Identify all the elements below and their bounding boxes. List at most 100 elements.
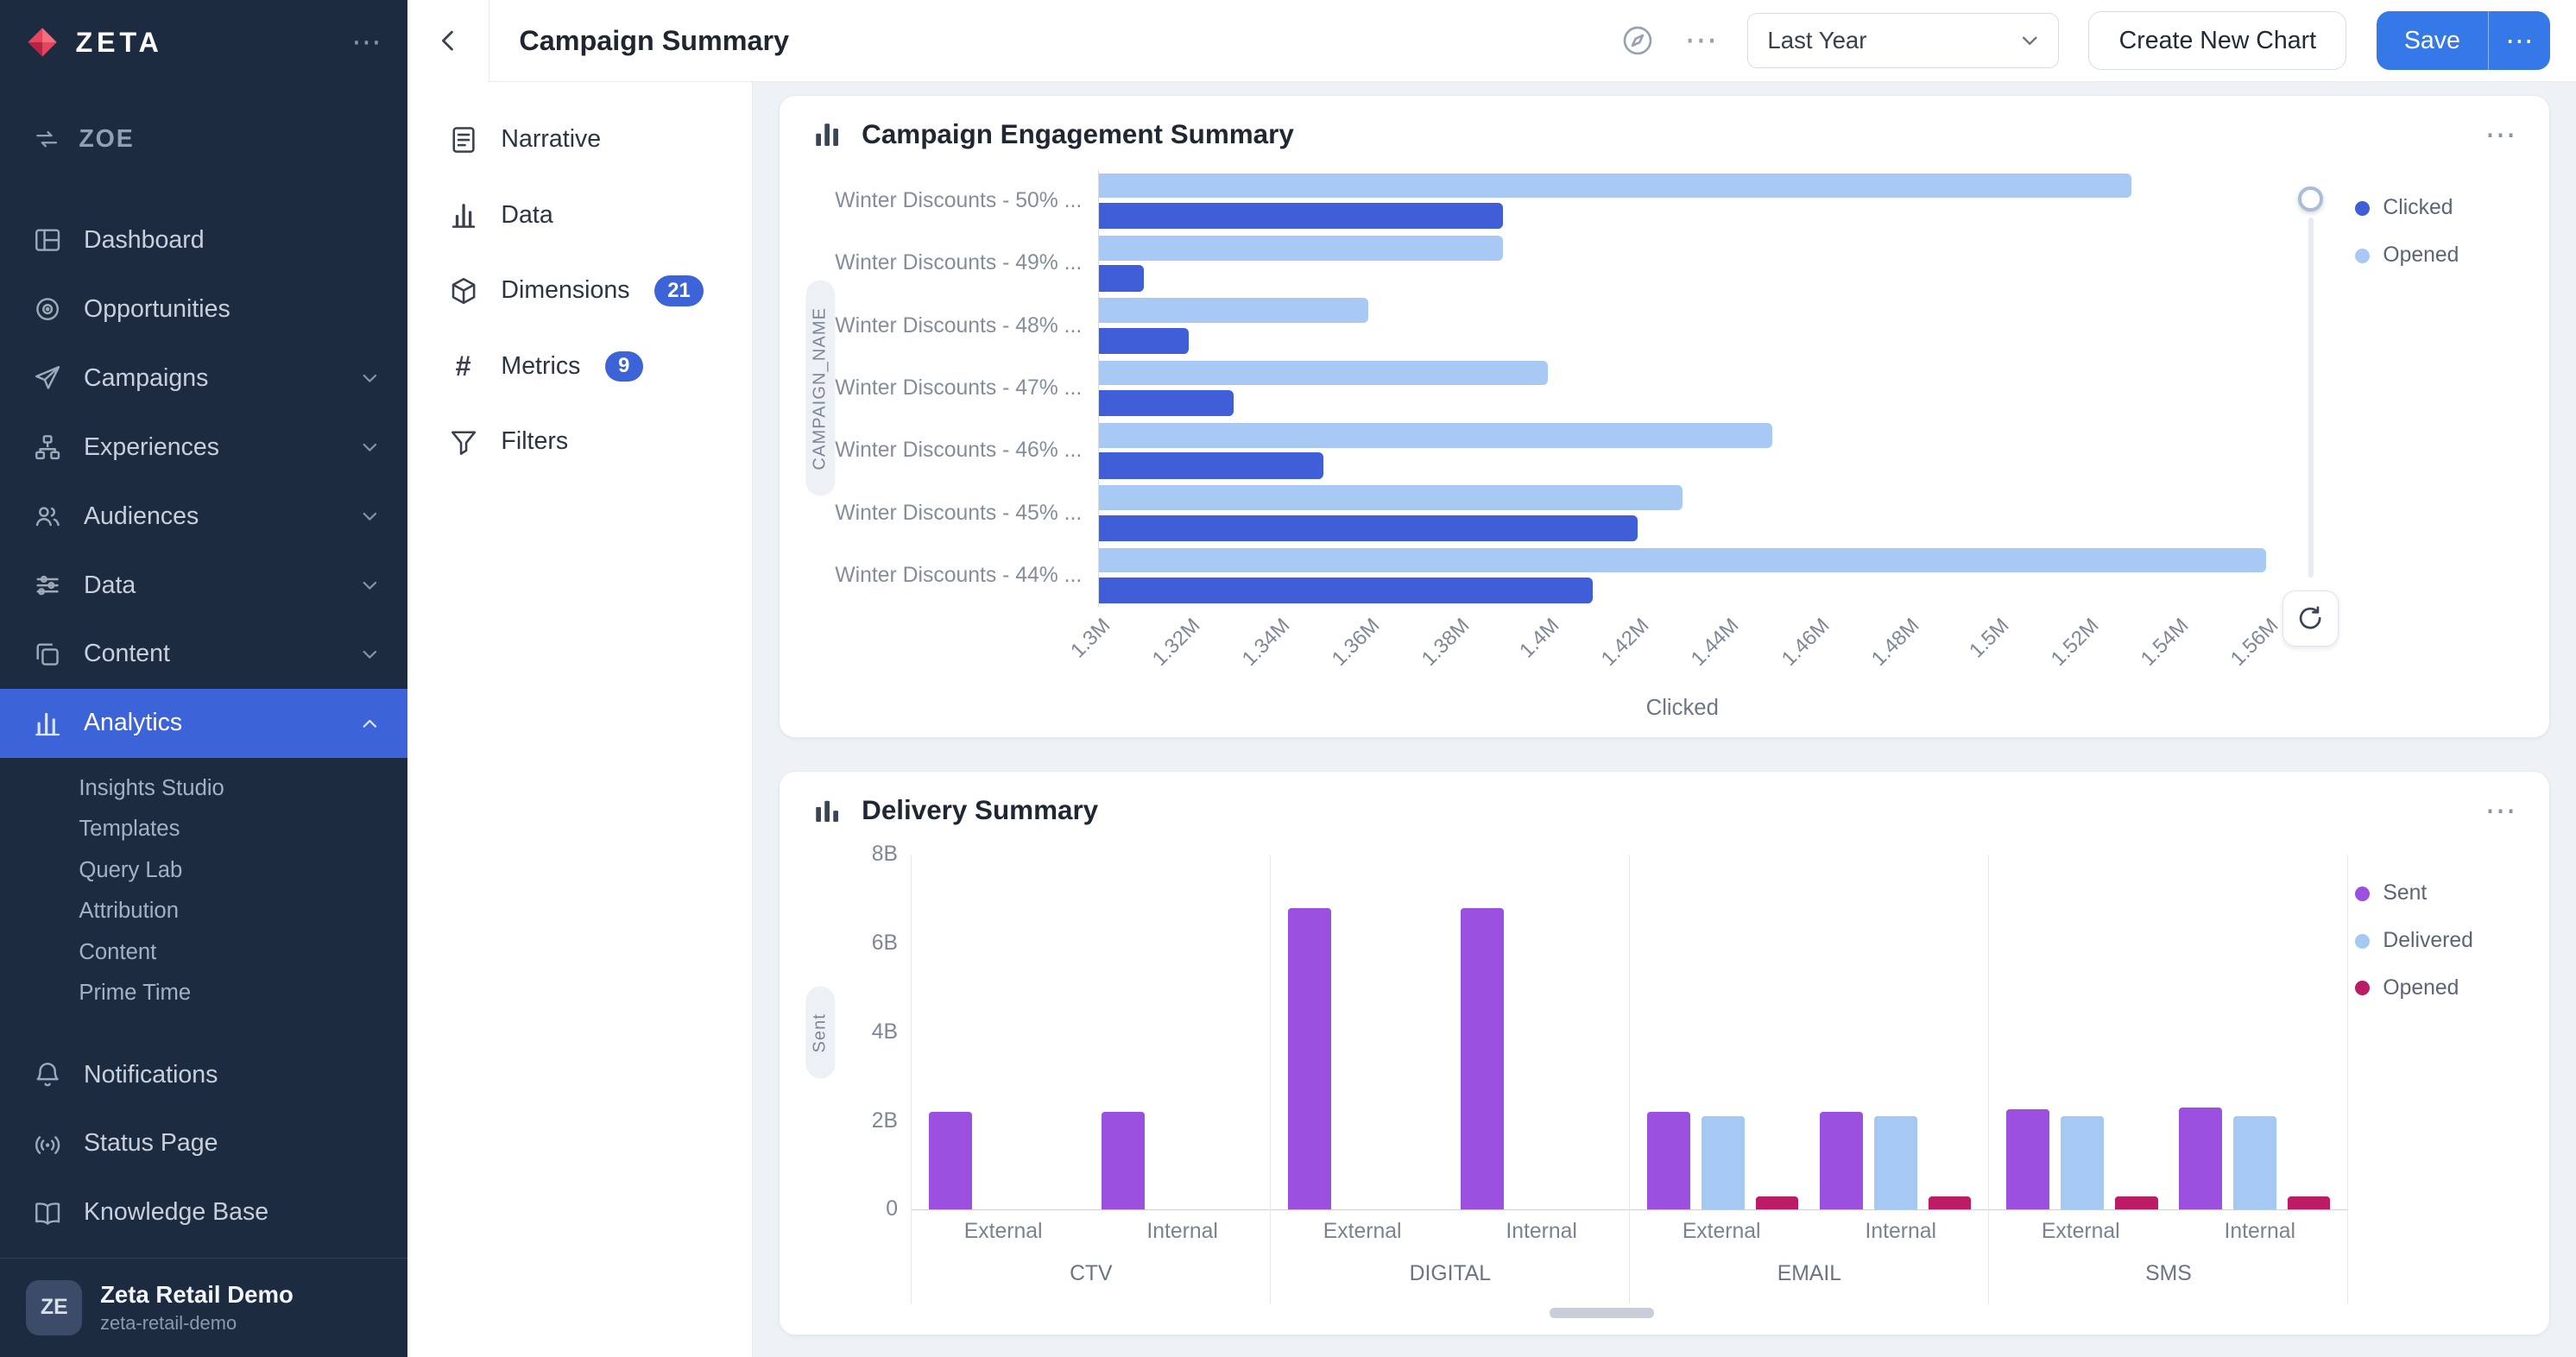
legend-item[interactable]: Opened bbox=[2355, 976, 2526, 1000]
sidebar-subitem-content[interactable]: Content bbox=[0, 932, 407, 974]
sent-bar[interactable] bbox=[2179, 1108, 2221, 1209]
sidebar-item-label: Notifications bbox=[84, 1061, 218, 1089]
legend-item[interactable]: Clicked bbox=[2355, 196, 2526, 220]
topbar-more-icon[interactable]: ⋯ bbox=[1684, 24, 1717, 57]
legend-item[interactable]: Delivered bbox=[2355, 929, 2526, 953]
save-more-button[interactable]: ⋯ bbox=[2488, 11, 2549, 71]
opened-bar[interactable] bbox=[1099, 174, 2131, 199]
sidebar-item-content[interactable]: Content bbox=[0, 620, 407, 689]
opened-bar[interactable] bbox=[1756, 1196, 1798, 1209]
delivered-bar[interactable] bbox=[2061, 1116, 2103, 1209]
panel-item-narrative[interactable]: Narrative bbox=[407, 102, 752, 178]
delivery-group-bars bbox=[912, 855, 1270, 1210]
x-axis-tick: 1.46M bbox=[1750, 614, 1834, 698]
opened-bar[interactable] bbox=[1099, 423, 1772, 448]
engagement-categories: Winter Discounts - 50% ...Winter Discoun… bbox=[856, 170, 1099, 607]
sidebar-item-notifications[interactable]: Notifications bbox=[0, 1040, 407, 1109]
chart-title: Delivery Summary bbox=[862, 795, 1098, 826]
sidebar-item-zoe[interactable]: ZOE bbox=[13, 111, 395, 166]
opened-bar[interactable] bbox=[2288, 1196, 2330, 1209]
delivery-group: ExternalInternal EMAIL bbox=[1629, 855, 1988, 1304]
engagement-bar-pair bbox=[1099, 170, 2266, 232]
create-new-chart-button[interactable]: Create New Chart bbox=[2088, 11, 2346, 71]
book-icon bbox=[33, 1198, 62, 1228]
clicked-bar[interactable] bbox=[1099, 452, 1323, 478]
chart-more-icon[interactable]: ⋯ bbox=[2484, 119, 2516, 150]
opened-bar[interactable] bbox=[1929, 1196, 1971, 1209]
engagement-legend: Clicked Opened bbox=[2355, 170, 2526, 721]
opened-bar[interactable] bbox=[1099, 361, 1548, 386]
opened-bar[interactable] bbox=[1099, 548, 2266, 573]
profile-org: zeta-retail-demo bbox=[100, 1312, 294, 1335]
clicked-bar[interactable] bbox=[1099, 390, 1234, 416]
sidebar-item-audiences[interactable]: Audiences bbox=[0, 482, 407, 551]
engagement-category-label: Winter Discounts - 46% ... bbox=[856, 420, 1099, 482]
sent-bar[interactable] bbox=[929, 1112, 971, 1209]
legend-label: Opened bbox=[2383, 976, 2459, 1000]
bar-chart-icon bbox=[812, 796, 842, 825]
sidebar-item-data[interactable]: Data bbox=[0, 551, 407, 620]
zoe-icon bbox=[33, 125, 60, 153]
clicked-bar[interactable] bbox=[1099, 328, 1189, 354]
brand-header: ZETA ⋯ bbox=[0, 0, 407, 85]
sent-bar[interactable] bbox=[1461, 908, 1503, 1209]
legend-item[interactable]: Opened bbox=[2355, 243, 2526, 268]
sent-bar[interactable] bbox=[1647, 1112, 1689, 1209]
chart-more-icon[interactable]: ⋯ bbox=[2484, 795, 2516, 826]
legend-item[interactable]: Sent bbox=[2355, 881, 2526, 906]
subgroup-bars bbox=[1288, 908, 1439, 1209]
user-profile[interactable]: ZE Zeta Retail Demo zeta-retail-demo bbox=[0, 1258, 407, 1357]
delivered-bar[interactable] bbox=[2233, 1116, 2276, 1209]
compass-icon[interactable] bbox=[1620, 23, 1655, 58]
main-area: Campaign Summary ⋯ Last Year Create New … bbox=[407, 0, 2576, 1357]
opened-bar[interactable] bbox=[1099, 298, 1368, 323]
opened-bar[interactable] bbox=[1099, 236, 1503, 261]
panel-item-filters[interactable]: Filters bbox=[407, 404, 752, 480]
sent-bar[interactable] bbox=[1288, 908, 1330, 1209]
sidebar-item-campaigns[interactable]: Campaigns bbox=[0, 344, 407, 413]
sidebar-subitem-attribution[interactable]: Attribution bbox=[0, 891, 407, 932]
clicked-bar[interactable] bbox=[1099, 265, 1144, 291]
sidebar-subitem-templates[interactable]: Templates bbox=[0, 809, 407, 850]
sidebar-item-opportunities[interactable]: Opportunities bbox=[0, 275, 407, 344]
opened-bar[interactable] bbox=[2115, 1196, 2157, 1209]
scroll-track[interactable] bbox=[2308, 218, 2314, 578]
avatar: ZE bbox=[26, 1280, 82, 1336]
sidebar-subitem-insights-studio[interactable]: Insights Studio bbox=[0, 767, 407, 809]
save-button[interactable]: Save bbox=[2377, 11, 2489, 71]
delivered-bar[interactable] bbox=[1702, 1116, 1744, 1209]
back-button[interactable] bbox=[407, 0, 489, 82]
sidebar-item-experiences[interactable]: Experiences bbox=[0, 413, 407, 482]
chart-scrollbar[interactable] bbox=[2273, 170, 2349, 647]
sent-bar[interactable] bbox=[1102, 1112, 1144, 1209]
time-range-select[interactable]: Last Year bbox=[1747, 13, 2060, 69]
sidebar-item-status-page[interactable]: Status Page bbox=[0, 1109, 407, 1178]
sent-bar[interactable] bbox=[2006, 1109, 2049, 1209]
zoe-label: ZOE bbox=[79, 125, 134, 154]
sent-bar[interactable] bbox=[1820, 1112, 1862, 1209]
engagement-plot-area: Winter Discounts - 50% ...Winter Discoun… bbox=[856, 170, 2267, 721]
y-axis-tick: 6B bbox=[872, 931, 898, 956]
refresh-button[interactable] bbox=[2282, 590, 2339, 647]
engagement-bar-pair bbox=[1099, 420, 2266, 482]
horizontal-scrollbar[interactable] bbox=[1550, 1308, 1655, 1317]
sidebar-item-dashboard[interactable]: Dashboard bbox=[0, 206, 407, 275]
delivery-subgroup-labels: ExternalInternal bbox=[912, 1210, 1270, 1247]
clicked-bar[interactable] bbox=[1099, 515, 1638, 541]
clicked-bar[interactable] bbox=[1099, 578, 1593, 603]
panel-item-data[interactable]: Data bbox=[407, 178, 752, 254]
sidebar: ZETA ⋯ ZOE Dashboard Opportunities Campa… bbox=[0, 0, 407, 1357]
sidebar-item-knowledge-base[interactable]: Knowledge Base bbox=[0, 1178, 407, 1247]
sidebar-nav: Dashboard Opportunities Campaigns Experi… bbox=[0, 206, 407, 1258]
opened-bar[interactable] bbox=[1099, 485, 1683, 510]
x-axis-tick: 1.36M bbox=[1300, 614, 1385, 698]
panel-item-metrics[interactable]: # Metrics 9 bbox=[407, 329, 752, 405]
sidebar-subitem-prime-time[interactable]: Prime Time bbox=[0, 973, 407, 1014]
clicked-bar[interactable] bbox=[1099, 203, 1503, 229]
sidebar-item-analytics[interactable]: Analytics bbox=[0, 689, 407, 758]
delivered-bar[interactable] bbox=[1874, 1116, 1916, 1209]
sidebar-more-icon[interactable]: ⋯ bbox=[351, 25, 381, 60]
sidebar-subitem-query-lab[interactable]: Query Lab bbox=[0, 849, 407, 891]
scroll-handle[interactable] bbox=[2298, 186, 2323, 211]
panel-item-dimensions[interactable]: Dimensions 21 bbox=[407, 253, 752, 329]
